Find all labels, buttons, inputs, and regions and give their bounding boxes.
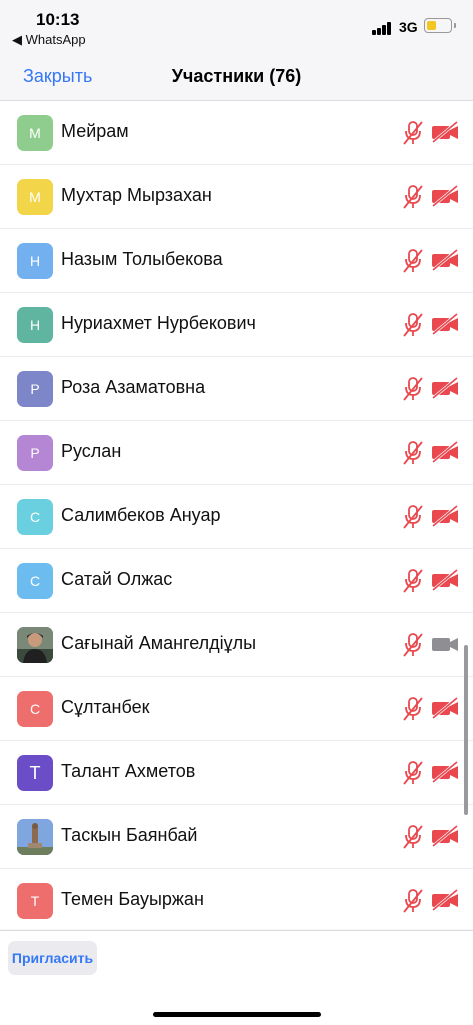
- footer-toolbar: Пригласить: [0, 930, 473, 1025]
- battery-icon: [424, 18, 456, 33]
- mic-muted-icon[interactable]: [402, 120, 424, 146]
- participant-row[interactable]: Таскын Баянбай: [0, 805, 473, 869]
- close-button[interactable]: Закрыть: [23, 66, 92, 87]
- camera-off-icon[interactable]: [431, 696, 459, 720]
- mic-muted-icon[interactable]: [402, 888, 424, 914]
- avatar: [17, 627, 53, 663]
- cellular-signal-icon: [372, 21, 398, 35]
- participant-name: Нуриахмет Нурбекович: [61, 313, 256, 333]
- participant-name: Мухтар Мырзахан: [61, 185, 212, 205]
- mic-muted-icon[interactable]: [402, 696, 424, 722]
- participant-row[interactable]: Сағынай Амангелдіұлы: [0, 613, 473, 677]
- camera-off-icon[interactable]: [431, 376, 459, 400]
- camera-off-icon[interactable]: [431, 120, 459, 144]
- camera-off-icon[interactable]: [431, 888, 459, 912]
- avatar: [17, 819, 53, 855]
- participant-row[interactable]: Т Темен Бауыржан: [0, 869, 473, 929]
- camera-off-icon[interactable]: [431, 312, 459, 336]
- home-indicator: [153, 1012, 321, 1017]
- mic-muted-icon[interactable]: [402, 760, 424, 786]
- participant-name: Сағынай Амангелдіұлы: [61, 633, 257, 653]
- camera-off-icon[interactable]: [431, 248, 459, 272]
- avatar: Т: [17, 755, 53, 791]
- scrollbar[interactable]: [464, 645, 468, 815]
- mic-muted-icon[interactable]: [402, 632, 424, 658]
- mic-muted-icon[interactable]: [402, 312, 424, 338]
- avatar: Т: [17, 883, 53, 919]
- mic-muted-icon[interactable]: [402, 568, 424, 594]
- participant-row[interactable]: Р Роза Азаматовна: [0, 357, 473, 421]
- participant-row[interactable]: М Мухтар Мырзахан: [0, 165, 473, 229]
- avatar: М: [17, 115, 53, 151]
- network-type: 3G: [399, 19, 418, 35]
- avatar: Н: [17, 307, 53, 343]
- avatar: С: [17, 499, 53, 535]
- participant-name: Талант Ахметов: [61, 761, 196, 781]
- mic-muted-icon[interactable]: [402, 504, 424, 530]
- mic-muted-icon[interactable]: [402, 184, 424, 210]
- participant-row[interactable]: С Сатай Олжас: [0, 549, 473, 613]
- back-to-app-link[interactable]: ◀ WhatsApp: [12, 32, 86, 48]
- camera-off-icon[interactable]: [431, 184, 459, 208]
- camera-off-icon[interactable]: [431, 504, 459, 528]
- participant-row[interactable]: С Сұлтанбек: [0, 677, 473, 741]
- participant-row[interactable]: М Мейрам: [0, 101, 473, 165]
- participant-row[interactable]: С Салимбеков Ануар: [0, 485, 473, 549]
- participant-name: Темен Бауыржан: [61, 889, 204, 909]
- camera-off-icon[interactable]: [431, 440, 459, 464]
- participant-row[interactable]: Т Талант Ахметов: [0, 741, 473, 805]
- clock: 10:13: [36, 10, 80, 29]
- status-bar: 10:13 ◀ WhatsApp 3G: [0, 0, 473, 50]
- participant-name: Мейрам: [61, 121, 129, 141]
- participant-name: Сатай Олжас: [61, 569, 173, 589]
- camera-off-icon[interactable]: [431, 760, 459, 784]
- mic-muted-icon[interactable]: [402, 440, 424, 466]
- participants-list[interactable]: М Мейрам М Мухтар Мырзахан Н Назым Толыбекова…: [0, 101, 473, 929]
- avatar: М: [17, 179, 53, 215]
- navigation-bar: Закрыть Участники (76): [0, 50, 473, 101]
- mic-muted-icon[interactable]: [402, 376, 424, 402]
- participant-row[interactable]: Н Нуриахмет Нурбекович: [0, 293, 473, 357]
- participant-row[interactable]: Н Назым Толыбекова: [0, 229, 473, 293]
- participant-name: Роза Азаматовна: [61, 377, 206, 397]
- mic-muted-icon[interactable]: [402, 248, 424, 274]
- participant-name: Назым Толыбекова: [61, 249, 223, 269]
- participant-name: Сұлтанбек: [61, 697, 150, 717]
- camera-off-icon[interactable]: [431, 824, 459, 848]
- avatar: С: [17, 691, 53, 727]
- avatar: С: [17, 563, 53, 599]
- invite-button[interactable]: Пригласить: [8, 941, 97, 975]
- camera-icon[interactable]: [431, 633, 459, 655]
- avatar: Р: [17, 371, 53, 407]
- participant-name: Таскын Баянбай: [61, 825, 198, 845]
- participant-row[interactable]: Р Руслан: [0, 421, 473, 485]
- participant-name: Руслан: [61, 441, 122, 461]
- avatar: Р: [17, 435, 53, 471]
- avatar: Н: [17, 243, 53, 279]
- participant-name: Салимбеков Ануар: [61, 505, 221, 525]
- mic-muted-icon[interactable]: [402, 824, 424, 850]
- camera-off-icon[interactable]: [431, 568, 459, 592]
